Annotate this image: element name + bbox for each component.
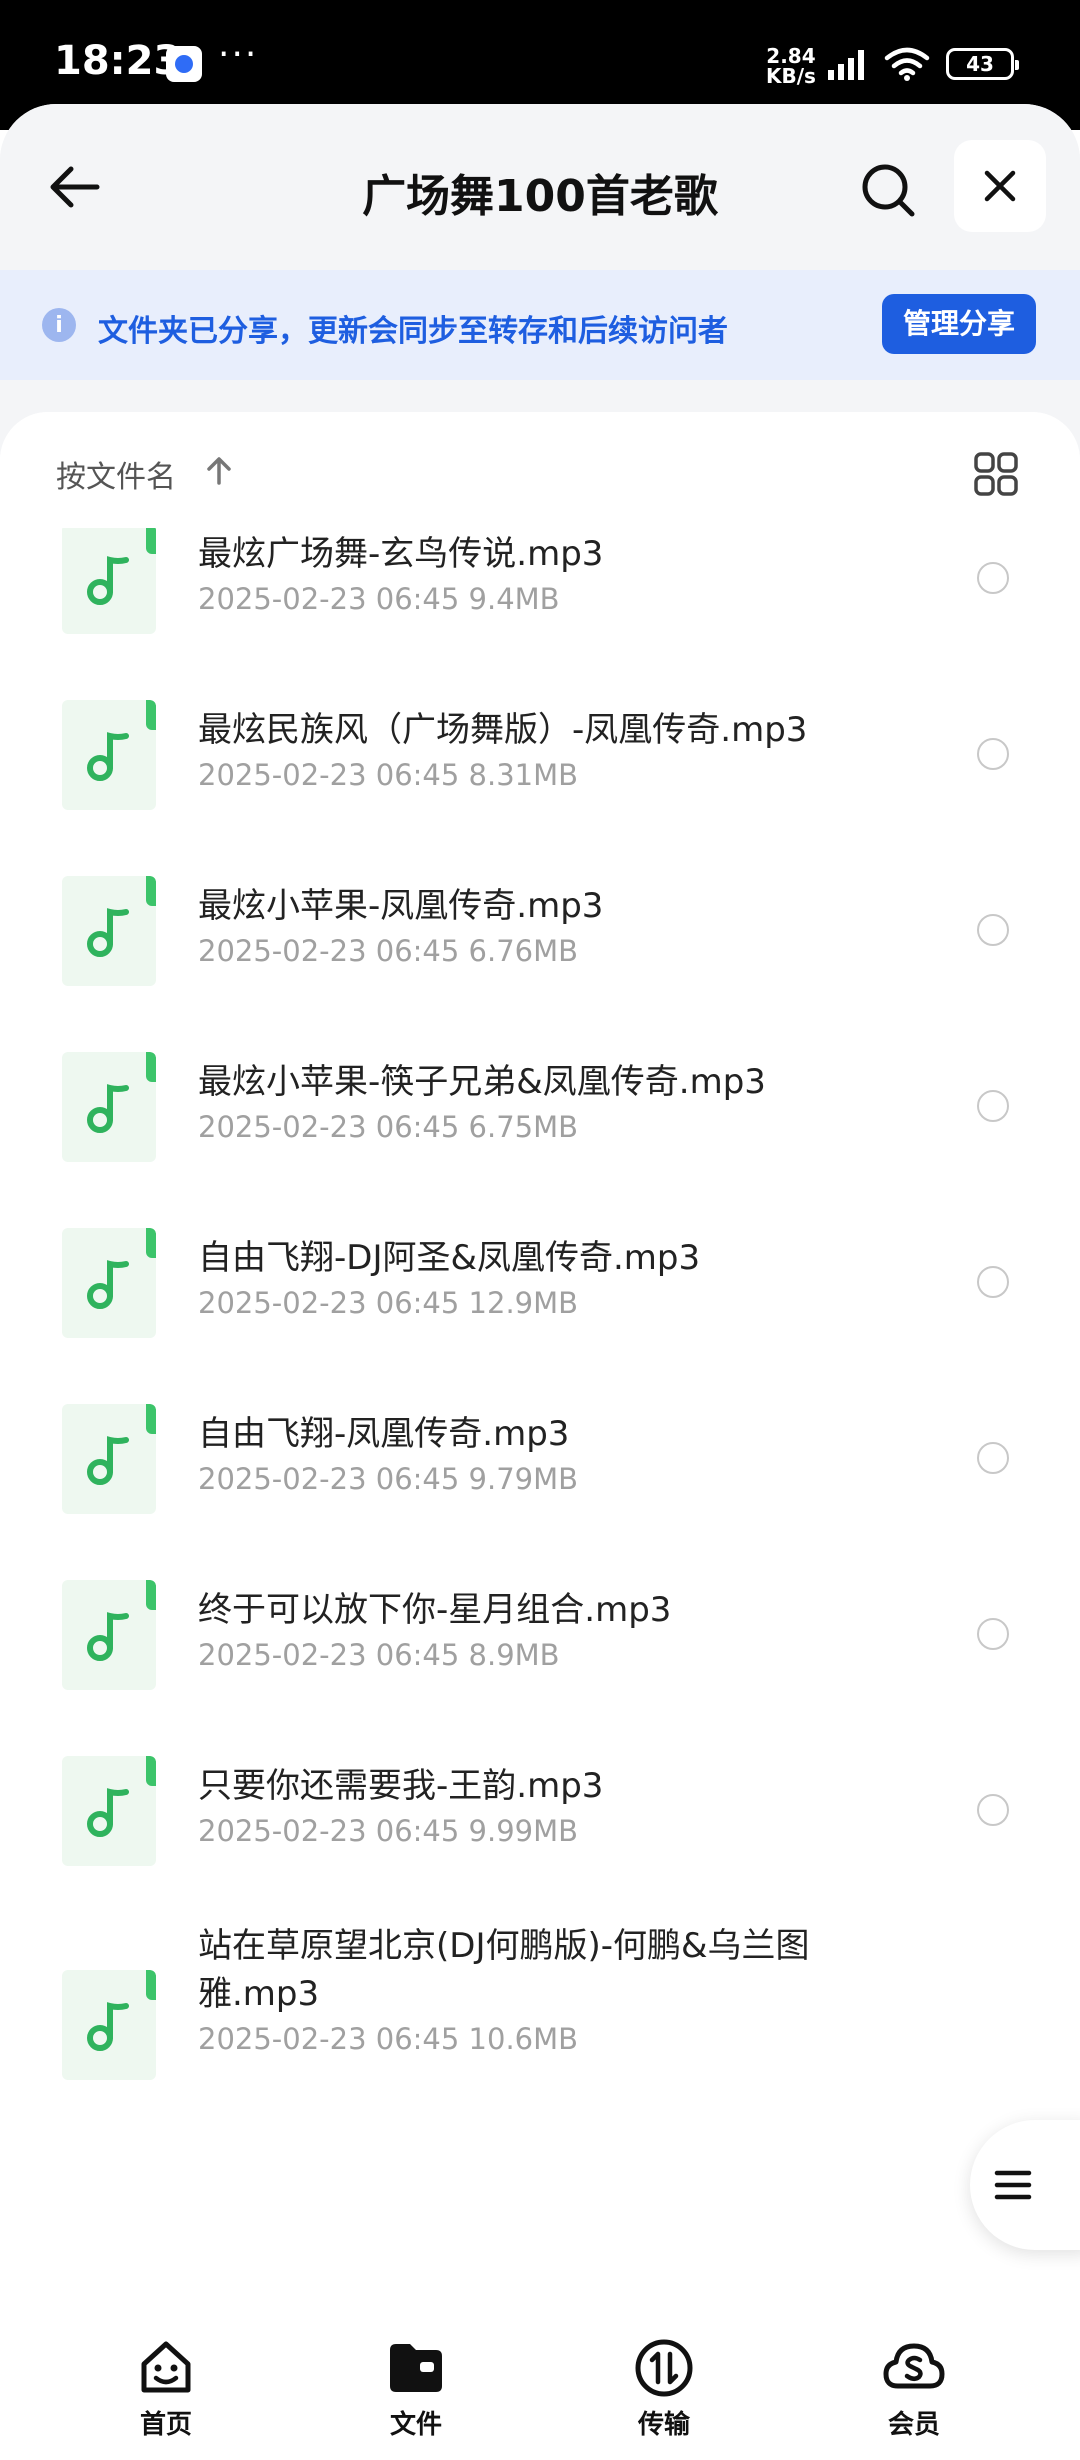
network-speed-unit: KB/s (766, 64, 816, 88)
file-select-checkbox[interactable] (977, 562, 1009, 594)
music-note-icon (87, 1084, 129, 1133)
file-select-checkbox[interactable] (977, 738, 1009, 770)
audio-file-icon (62, 1580, 156, 1690)
search-icon (862, 164, 915, 217)
signal-icon (828, 50, 864, 80)
audio-file-icon (62, 524, 156, 634)
file-item[interactable]: 自由飞翔-凤凰传奇.mp3 2025-02-23 06:45 9.79MB (0, 1404, 1080, 1580)
music-note-icon (87, 1260, 129, 1309)
grid-view-icon[interactable] (972, 450, 1020, 498)
battery-level: 43 (966, 52, 994, 76)
file-select-checkbox[interactable] (977, 1794, 1009, 1826)
transfer-icon (635, 2339, 693, 2397)
info-icon: i (42, 308, 76, 342)
nav-vip[interactable]: 会员 (844, 2336, 984, 2456)
cloud-vip-icon (883, 2343, 945, 2389)
file-name: 站在草原望北京(DJ何鹏版)-何鹏&乌兰图雅.mp3 (198, 1926, 810, 2014)
close-icon (984, 170, 1016, 202)
file-name: 最炫民族风（广场舞版）-凤凰传奇.mp3 (198, 710, 808, 750)
music-note-icon (87, 1788, 129, 1837)
file-meta: 2025-02-23 06:45 8.31MB (198, 758, 579, 792)
file-item[interactable]: 最炫广场舞-玄鸟传说.mp3 2025-02-23 06:45 9.4MB (0, 524, 1080, 700)
nav-home-label: 首页 (139, 2410, 192, 2440)
file-list-card: 按文件名 32025-02-23 06:45 9.8MB最炫广场舞-玄鸟传说.m… (0, 412, 1080, 2460)
audio-file-icon (62, 1052, 156, 1162)
app-sheet: 广场舞100首老歌 i 文件夹已分享，更新会同步至转存和后续访问者 按文件名 最… (0, 104, 1080, 2460)
battery-icon: 43 (946, 48, 1019, 80)
file-name: 终于可以放下你-星月组合.mp3 (198, 1590, 672, 1630)
sort-by-name-button[interactable]: 按文件名 (56, 452, 176, 496)
file-meta: 2025-02-23 06:45 9.4MB (198, 582, 560, 616)
file-meta: 2025-02-23 06:45 12.9MB (198, 1286, 579, 1320)
status-time: 18:23 (54, 38, 182, 84)
file-item[interactable]: 最炫小苹果-凤凰传奇.mp3 2025-02-23 06:45 6.76MB (0, 876, 1080, 1052)
sort-bar: 按文件名 (0, 412, 1080, 528)
back-button[interactable] (42, 154, 108, 220)
nav-transfer-label: 传输 (637, 2410, 690, 2440)
file-meta: 2025-02-23 06:45 8.9MB (198, 1638, 560, 1672)
file-select-checkbox[interactable] (977, 1266, 1009, 1298)
file-meta: 2025-02-23 06:45 9.99MB (198, 1814, 579, 1848)
file-item[interactable]: 只要你还需要我-王韵.mp3 2025-02-23 06:45 9.99MB (0, 1756, 1080, 1932)
audio-file-icon (62, 1756, 156, 1866)
close-button[interactable] (954, 140, 1046, 232)
folder-icon (390, 2344, 442, 2392)
arrow-up-icon[interactable] (204, 456, 234, 486)
nav-transfer[interactable]: 传输 (594, 2336, 734, 2456)
file-name: 最炫广场舞-玄鸟传说.mp3 (198, 534, 604, 574)
music-note-icon (87, 1436, 129, 1485)
file-item[interactable]: 终于可以放下你-星月组合.mp3 2025-02-23 06:45 8.9MB (0, 1580, 1080, 1756)
music-note-icon (87, 2002, 129, 2051)
search-button[interactable] (852, 154, 924, 226)
file-select-checkbox[interactable] (977, 1618, 1009, 1650)
manage-share-label[interactable]: 管理分享 (882, 294, 1036, 354)
header: 广场舞100首老歌 (0, 104, 1080, 270)
file-item[interactable]: 站在草原望北京(DJ何鹏版)-何鹏&乌兰图雅.mp3 2025-02-23 06:… (0, 1926, 1080, 2108)
network-speed: 2.84 KB/s (766, 46, 816, 86)
more-notifications-icon: ··· (218, 34, 259, 75)
file-select-checkbox[interactable] (977, 914, 1009, 946)
file-name: 最炫小苹果-筷子兄弟&凤凰传奇.mp3 (198, 1062, 766, 1102)
audio-file-icon (62, 1970, 156, 2080)
file-select-checkbox[interactable] (977, 1442, 1009, 1474)
music-note-icon (87, 1612, 129, 1661)
audio-file-icon (62, 700, 156, 810)
file-select-checkbox[interactable] (977, 1090, 1009, 1122)
network-speed-value: 2.84 (766, 44, 816, 68)
bottom-nav: 首页 文件 传输 会员 (0, 2310, 1080, 2460)
file-meta: 2025-02-23 06:45 10.6MB (198, 2022, 579, 2056)
home-face-icon (141, 2341, 191, 2393)
file-item[interactable]: 自由飞翔-DJ阿圣&凤凰传奇.mp3 2025-02-23 06:45 12.9M… (0, 1228, 1080, 1404)
nav-files[interactable]: 文件 (346, 2336, 486, 2456)
menu-icon (994, 2170, 1032, 2200)
arrow-left-icon (50, 166, 100, 208)
music-note-icon (87, 556, 129, 605)
wifi-icon (884, 47, 930, 81)
nav-vip-label: 会员 (887, 2410, 940, 2440)
share-banner-text: 文件夹已分享，更新会同步至转存和后续访问者 (98, 314, 728, 349)
music-note-icon (87, 732, 129, 781)
file-name: 自由飞翔-DJ阿圣&凤凰传奇.mp3 (198, 1238, 701, 1278)
file-item[interactable]: 最炫小苹果-筷子兄弟&凤凰传奇.mp3 2025-02-23 06:45 6.75… (0, 1052, 1080, 1228)
nav-home[interactable]: 首页 (96, 2336, 236, 2456)
music-note-icon (87, 908, 129, 957)
file-meta: 2025-02-23 06:45 6.76MB (198, 934, 579, 968)
file-name: 只要你还需要我-王韵.mp3 (198, 1766, 604, 1806)
file-name: 自由飞翔-凤凰传奇.mp3 (198, 1414, 570, 1454)
file-item[interactable]: 最炫民族风（广场舞版）-凤凰传奇.mp3 2025-02-23 06:45 8.3… (0, 700, 1080, 876)
nav-files-label: 文件 (389, 2410, 442, 2440)
file-meta: 2025-02-23 06:45 6.75MB (198, 1110, 579, 1144)
audio-file-icon (62, 876, 156, 986)
file-name: 最炫小苹果-凤凰传奇.mp3 (198, 886, 604, 926)
audio-file-icon (62, 1404, 156, 1514)
audio-file-icon (62, 1228, 156, 1338)
app-notification-icon (166, 46, 202, 82)
file-meta: 2025-02-23 06:45 9.79MB (198, 1462, 579, 1496)
